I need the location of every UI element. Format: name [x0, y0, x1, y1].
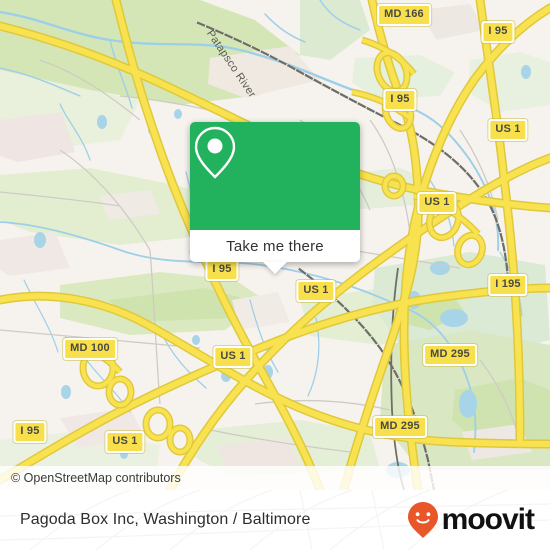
- road-shield-label: US 1: [417, 192, 457, 214]
- popup-icon-area: [190, 122, 360, 230]
- map-attribution-bar: © OpenStreetMap contributors: [0, 466, 550, 490]
- road-shield-label: I 95: [13, 421, 47, 443]
- page-title: Pagoda Box Inc, Washington / Baltimore: [20, 511, 311, 528]
- road-shield-label: US 1: [296, 280, 336, 302]
- road-shield-label: I 95: [383, 89, 417, 111]
- road-shield-label: US 1: [488, 119, 528, 141]
- road-shield-label: US 1: [213, 346, 253, 368]
- location-popup-card[interactable]: Take me there: [190, 122, 360, 262]
- attribution-text[interactable]: © OpenStreetMap contributors: [0, 471, 181, 485]
- map-pin-icon: [194, 126, 236, 179]
- map-canvas[interactable]: Patapsco River MD 166 I 95 I 95 US 1 US 1I 9…: [0, 0, 550, 490]
- road-shield-label: I 95: [205, 259, 239, 281]
- road-shield-label: I 95: [481, 21, 515, 43]
- road-shield-label: MD 295: [423, 344, 477, 366]
- popup-action-area[interactable]: Take me there: [190, 230, 360, 262]
- road-shield-label: MD 295: [373, 416, 427, 438]
- road-shield-label: US 1: [105, 431, 145, 453]
- footer-bar: Pagoda Box Inc, Washington / Baltimore m…: [0, 490, 550, 550]
- road-shield-label: MD 100: [63, 338, 117, 360]
- road-shield-label: I 195: [488, 274, 528, 296]
- moovit-logo[interactable]: moovit: [406, 500, 535, 540]
- moovit-pin-icon: [407, 502, 438, 538]
- popup-pointer-tail: [263, 262, 287, 274]
- moovit-wordmark: moovit: [441, 503, 535, 536]
- road-shield-label: MD 166: [377, 4, 431, 26]
- screenshot-root: Patapsco River MD 166 I 95 I 95 US 1 US 1I 9…: [0, 0, 550, 550]
- take-me-there-label: Take me there: [226, 237, 324, 255]
